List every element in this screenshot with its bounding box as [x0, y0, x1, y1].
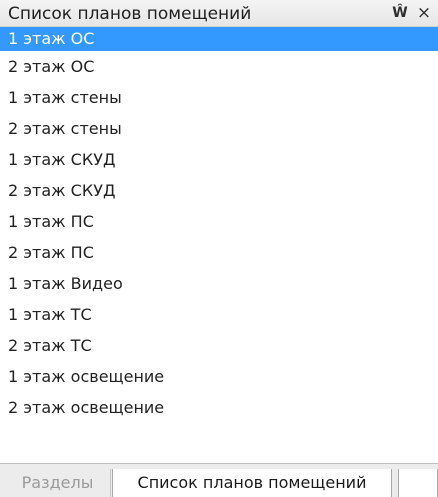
- list-item[interactable]: 1 этаж ТС: [0, 299, 438, 330]
- tab-sections[interactable]: Разделы: [5, 469, 111, 497]
- list-item[interactable]: 2 этаж ТС: [0, 330, 438, 361]
- panel-title: Список планов помещений: [8, 4, 252, 24]
- list-item[interactable]: 1 этаж ОС: [0, 27, 438, 51]
- list-item[interactable]: 2 этаж СКУД: [0, 175, 438, 206]
- list-item[interactable]: 2 этаж освещение: [0, 392, 438, 423]
- list-item[interactable]: 1 этаж Видео: [0, 268, 438, 299]
- close-icon[interactable]: ×: [414, 2, 434, 24]
- panel-titlebar: Список планов помещений Ŵ ×: [0, 0, 438, 27]
- list-item[interactable]: 1 этаж СКУД: [0, 144, 438, 175]
- tab-overflow[interactable]: [398, 469, 438, 497]
- pin-icon[interactable]: Ŵ: [390, 2, 410, 24]
- list-item[interactable]: 1 этаж ПС: [0, 206, 438, 237]
- room-plans-list: 1 этаж ОС 2 этаж ОС 1 этаж стены 2 этаж …: [0, 27, 438, 423]
- list-item[interactable]: 2 этаж ОС: [0, 51, 438, 82]
- list-item[interactable]: 1 этаж освещение: [0, 361, 438, 392]
- bottom-tabbar: Разделы Список планов помещений: [0, 463, 438, 497]
- list-item[interactable]: 1 этаж стены: [0, 82, 438, 113]
- room-plans-panel: Список планов помещений Ŵ × 1 этаж ОС 2 …: [0, 0, 438, 497]
- tab-room-plans[interactable]: Список планов помещений: [112, 469, 392, 497]
- list-item[interactable]: 2 этаж ПС: [0, 237, 438, 268]
- list-item[interactable]: 2 этаж стены: [0, 113, 438, 144]
